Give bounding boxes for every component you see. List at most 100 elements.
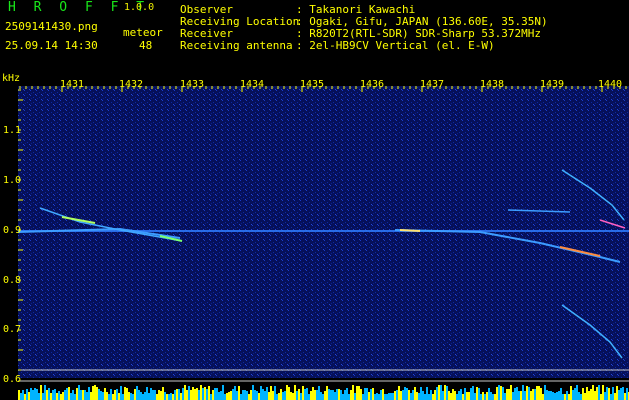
level-bar <box>146 387 148 400</box>
level-bar <box>476 387 478 400</box>
level-bar <box>100 391 102 400</box>
level-bar <box>156 394 158 400</box>
level-bar <box>494 394 496 400</box>
level-bar <box>438 385 440 400</box>
level-bar <box>170 393 172 400</box>
level-bar <box>572 390 574 400</box>
level-bar <box>296 391 298 400</box>
level-bar <box>472 386 474 400</box>
level-bar <box>596 387 598 400</box>
level-bar <box>316 390 318 400</box>
level-bar <box>46 390 48 400</box>
level-bar <box>274 386 276 400</box>
level-bar <box>318 386 320 400</box>
level-bar <box>80 390 82 400</box>
level-bar <box>610 394 612 400</box>
level-bar <box>116 389 118 400</box>
level-bar <box>398 386 400 400</box>
level-bar <box>368 392 370 400</box>
level-bar <box>516 387 518 400</box>
level-bar <box>70 393 72 400</box>
level-bar <box>44 385 46 400</box>
level-bar <box>270 386 272 400</box>
level-bar <box>204 387 206 400</box>
level-bar <box>260 386 262 400</box>
level-bar <box>534 389 536 400</box>
level-bar <box>148 393 150 400</box>
y-axis-unit: kHz <box>2 73 21 84</box>
level-bar <box>208 386 210 400</box>
level-bar <box>470 388 472 400</box>
x-tick-label: 1435 <box>300 79 325 90</box>
level-bar <box>618 390 620 400</box>
level-bar <box>36 389 38 400</box>
level-bar <box>324 391 326 400</box>
level-bar <box>248 394 250 400</box>
level-bar <box>578 392 580 400</box>
level-bar <box>414 387 416 400</box>
level-bar <box>102 392 104 400</box>
y-tick-label: 0.8 <box>3 275 22 286</box>
level-bar <box>314 390 316 400</box>
level-bar <box>544 385 546 400</box>
level-bar <box>468 392 470 400</box>
level-bar <box>344 390 346 400</box>
level-bar <box>190 390 192 400</box>
level-bar <box>138 390 140 400</box>
level-bar <box>126 388 128 400</box>
level-bar <box>462 394 464 400</box>
y-tick-label: 0.9 <box>3 225 22 236</box>
level-bar <box>552 392 554 400</box>
level-bar <box>548 391 550 400</box>
level-bar <box>410 393 412 400</box>
level-bar <box>110 389 112 400</box>
level-bar <box>18 390 20 400</box>
level-bar <box>322 394 324 400</box>
level-bar <box>448 391 450 400</box>
level-bar <box>232 389 234 400</box>
level-bar <box>202 388 204 400</box>
level-bar <box>152 390 154 400</box>
level-bar <box>424 394 426 400</box>
level-bar <box>330 390 332 400</box>
level-bar <box>200 385 202 400</box>
level-bar <box>432 394 434 400</box>
level-bar <box>286 385 288 400</box>
level-bar <box>104 388 106 400</box>
level-bar <box>604 392 606 400</box>
x-tick-label: 1433 <box>180 79 205 90</box>
level-bar <box>524 391 526 400</box>
level-bar <box>428 394 430 400</box>
level-bar <box>556 392 558 400</box>
level-bar <box>78 385 80 400</box>
level-bar <box>558 391 560 400</box>
level-bar <box>536 386 538 400</box>
level-bar <box>620 388 622 400</box>
level-bar <box>304 389 306 400</box>
level-bar <box>198 390 200 400</box>
level-bar <box>128 392 130 400</box>
level-bar <box>56 393 58 400</box>
x-tick-label: 1434 <box>240 79 265 90</box>
level-bar <box>362 394 364 400</box>
level-bar <box>382 389 384 400</box>
level-bar <box>252 385 254 400</box>
level-bar <box>492 394 494 400</box>
level-bar <box>184 385 186 400</box>
level-bar <box>460 389 462 400</box>
level-bar <box>394 391 396 400</box>
level-bar <box>88 387 90 400</box>
level-bar <box>452 389 454 400</box>
level-bar <box>458 391 460 400</box>
level-bar <box>426 387 428 400</box>
level-bar <box>546 390 548 400</box>
level-bar <box>554 393 556 400</box>
level-bar <box>602 385 604 400</box>
level-bar <box>574 388 576 400</box>
level-bar <box>480 394 482 400</box>
level-bar <box>538 386 540 400</box>
level-bar <box>496 387 498 400</box>
level-bar <box>490 392 492 400</box>
level-bar <box>194 389 196 400</box>
level-bar <box>484 394 486 400</box>
